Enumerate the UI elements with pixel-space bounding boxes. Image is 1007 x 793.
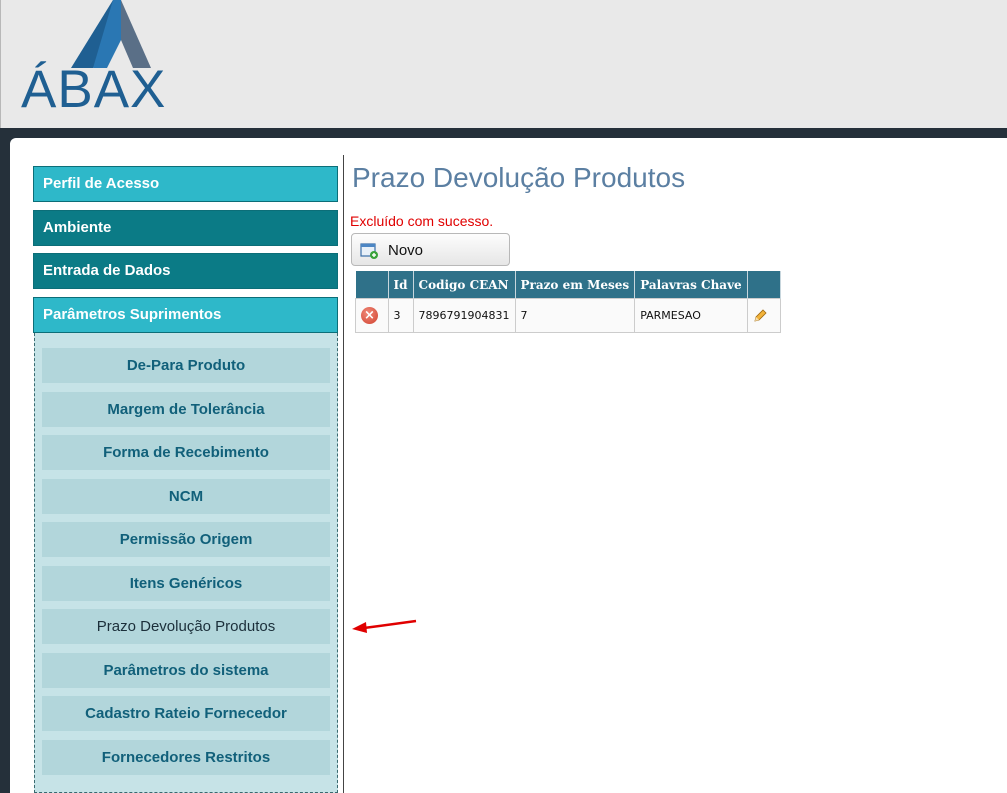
submenu-item-parametros-do-sistema[interactable]: Parâmetros do sistema — [42, 653, 330, 688]
column-header-edit — [747, 271, 781, 299]
abax-logo: ÁBAX — [21, 0, 211, 120]
column-header-palavras-chave[interactable]: Palavras Chave — [634, 271, 748, 299]
delete-icon[interactable]: × — [361, 307, 378, 324]
menu-section-parametros-suprimentos[interactable]: Parâmetros Suprimentos — [33, 297, 338, 333]
cell-prazo: 7 — [514, 298, 636, 333]
header: ÁBAX — [0, 0, 1007, 128]
page-title: Prazo Devolução Produtos — [352, 162, 686, 193]
submenu-item-margem-de-tolerancia[interactable]: Margem de Tolerância — [42, 392, 330, 427]
cell-id: 3 — [387, 298, 414, 333]
submenu-item-ncm[interactable]: NCM — [42, 479, 330, 514]
sidebar-divider — [343, 155, 344, 793]
success-message: Excluído com sucesso. — [350, 213, 494, 229]
column-header-action — [355, 271, 389, 299]
edit-pencil-icon[interactable] — [753, 308, 767, 322]
submenu-item-de-para-produto[interactable]: De-Para Produto — [42, 348, 330, 383]
table-header-row: Id Codigo CEAN Prazo em Meses Palavras C… — [355, 271, 781, 299]
submenu-item-forma-de-recebimento[interactable]: Forma de Recebimento — [42, 435, 330, 470]
new-document-icon — [360, 243, 378, 259]
menu-section-perfil-de-acesso[interactable]: Perfil de Acesso — [33, 166, 338, 202]
menu-section-entrada-de-dados[interactable]: Entrada de Dados — [33, 253, 338, 289]
cell-palavras-chave: PARMESAO — [634, 298, 748, 333]
column-header-codigo-cean[interactable]: Codigo CEAN — [413, 271, 516, 299]
cell-codigo-cean: 7896791904831 — [412, 298, 516, 333]
column-header-prazo-em-meses[interactable]: Prazo em Meses — [515, 271, 636, 299]
annotation-arrow — [352, 619, 417, 633]
logo-text: ÁBAX — [21, 60, 167, 119]
submenu-item-itens-genericos[interactable]: Itens Genéricos — [42, 566, 330, 601]
menu-section-ambiente[interactable]: Ambiente — [33, 210, 338, 246]
edit-cell — [746, 298, 781, 333]
delete-cell: × — [355, 298, 389, 333]
new-button[interactable]: Novo — [351, 233, 510, 266]
table-row: × 3 7896791904831 7 PARMESAO — [355, 298, 781, 333]
submenu-item-fornecedores-restritos[interactable]: Fornecedores Restritos — [42, 740, 330, 775]
submenu-item-prazo-devolucao-produtos[interactable]: Prazo Devolução Produtos — [42, 609, 330, 644]
submenu-item-cadastro-rateio-fornecedor[interactable]: Cadastro Rateio Fornecedor — [42, 696, 330, 731]
column-header-id[interactable]: Id — [388, 271, 414, 299]
submenu-item-permissao-origem[interactable]: Permissão Origem — [42, 522, 330, 557]
results-table: Id Codigo CEAN Prazo em Meses Palavras C… — [355, 271, 781, 333]
new-button-label: Novo — [388, 242, 424, 259]
